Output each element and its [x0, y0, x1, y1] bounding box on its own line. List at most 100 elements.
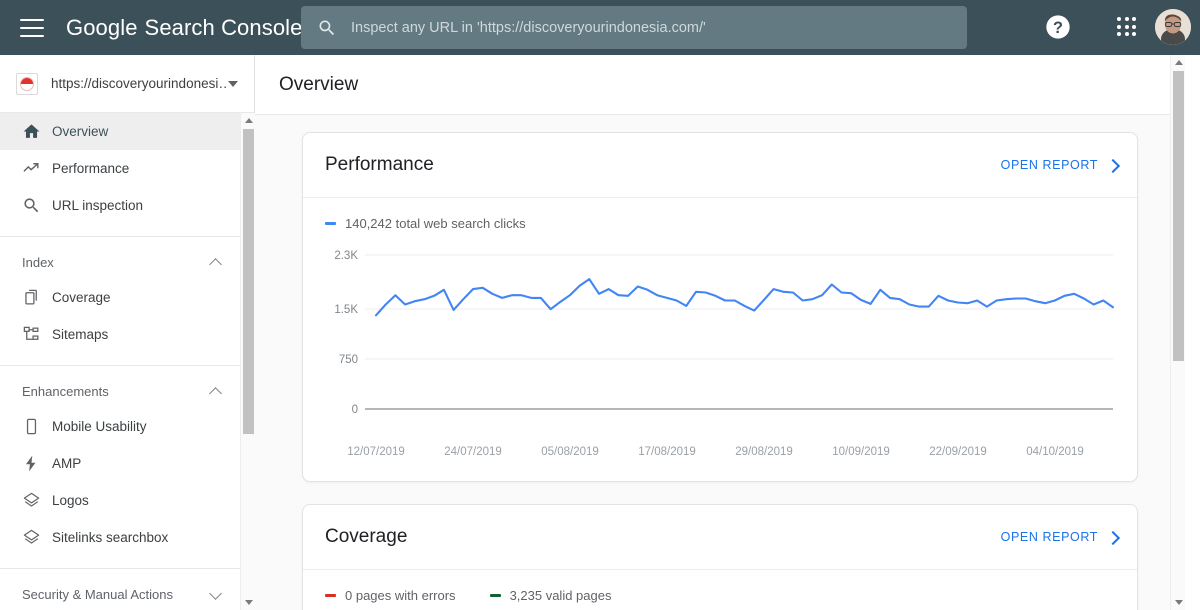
sidebar-item-performance[interactable]: Performance [0, 150, 240, 187]
main-scrollbar[interactable] [1170, 55, 1185, 610]
legend-label: 3,235 valid pages [510, 588, 612, 603]
x-tick-label: 24/07/2019 [444, 446, 502, 458]
scroll-up-arrow[interactable] [241, 113, 256, 128]
apps-grid-icon[interactable] [1113, 13, 1141, 41]
x-tick-label: 22/09/2019 [929, 446, 987, 458]
sidebar-item-overview[interactable]: Overview [0, 113, 240, 150]
main-scrollbar-thumb[interactable] [1173, 71, 1184, 361]
sidebar-nav-scroll-area: Overview Performance URL inspection Inde… [0, 113, 255, 610]
sidebar-item-label: Sitemaps [52, 327, 108, 342]
legend-color-swatch [325, 594, 336, 598]
page-title: Overview [279, 74, 358, 96]
sidebar-item-logos[interactable]: Logos [0, 482, 240, 519]
x-tick-label: 05/08/2019 [541, 446, 599, 458]
performance-card-header: Performance OPEN REPORT [303, 133, 1137, 198]
property-selector[interactable]: https://discoveryourindonesi… [0, 55, 254, 113]
y-tick-label: 2.3K [334, 250, 358, 262]
sitemap-icon [22, 325, 44, 344]
chevron-down-icon[interactable] [228, 81, 238, 87]
performance-legend: 140,242 total web search clicks [303, 198, 1137, 231]
search-icon [317, 18, 337, 38]
brand-product: Search Console [145, 15, 303, 41]
sidebar-item-label: Mobile Usability [52, 419, 147, 434]
y-tick-label: 750 [339, 354, 358, 366]
sidebar-item-sitemaps[interactable]: Sitemaps [0, 316, 240, 353]
sidebar-scrollbar-thumb[interactable] [243, 129, 254, 434]
hamburger-menu-icon[interactable] [20, 19, 44, 37]
sidebar: https://discoveryourindonesi… Overview P… [0, 55, 255, 610]
x-tick-label: 29/08/2019 [735, 446, 793, 458]
app-header: Google Search Console ? [0, 0, 1200, 55]
legend-label: 0 pages with errors [345, 588, 456, 603]
chevron-up-icon[interactable] [210, 259, 222, 266]
card-title: Performance [325, 154, 1001, 176]
chevron-right-icon [1108, 533, 1117, 542]
open-report-button-coverage[interactable]: OPEN REPORT [1001, 530, 1117, 544]
performance-line-chart: 2.3K 1.5K 750 0 [325, 241, 1135, 441]
brand-google: Google [66, 15, 138, 41]
search-input[interactable] [351, 20, 951, 36]
performance-chart: 2.3K 1.5K 750 0 12/07/2019 24/07/2019 05… [303, 231, 1137, 467]
chevron-down-icon[interactable] [210, 591, 222, 598]
card-title: Coverage [325, 526, 1001, 548]
layers-icon [22, 528, 44, 547]
sidebar-item-label: Sitelinks searchbox [52, 530, 168, 545]
legend-color-swatch [490, 594, 501, 598]
legend-item-clicks[interactable]: 140,242 total web search clicks [325, 216, 526, 231]
legend-item-errors[interactable]: 0 pages with errors [325, 588, 456, 603]
coverage-legend: 0 pages with errors 3,235 valid pages [303, 570, 1137, 603]
scroll-down-arrow[interactable] [241, 595, 256, 610]
lightning-bolt-icon [22, 454, 44, 473]
site-favicon-indonesia-flag-icon [16, 73, 38, 95]
scroll-up-arrow[interactable] [1171, 55, 1185, 70]
sidebar-section-enhancements[interactable]: Enhancements [0, 374, 240, 408]
main-content: Overview Performance OPEN REPORT 140,242… [255, 55, 1185, 610]
open-report-label: OPEN REPORT [1001, 530, 1098, 544]
sidebar-item-sitelinks-searchbox[interactable]: Sitelinks searchbox [0, 519, 240, 556]
scroll-down-arrow[interactable] [1171, 595, 1185, 610]
y-tick-label: 0 [352, 404, 358, 416]
sidebar-item-label: Performance [52, 161, 129, 176]
chevron-up-icon[interactable] [210, 388, 222, 395]
svg-text:?: ? [1053, 19, 1063, 37]
search-icon [22, 196, 44, 215]
property-name: https://discoveryourindonesi… [51, 76, 228, 91]
help-circle-icon[interactable]: ? [1044, 13, 1072, 41]
sidebar-item-coverage[interactable]: Coverage [0, 279, 240, 316]
avatar[interactable] [1155, 9, 1191, 45]
chevron-right-icon [1108, 161, 1117, 170]
legend-item-valid[interactable]: 3,235 valid pages [490, 588, 612, 603]
layers-icon [22, 491, 44, 510]
sidebar-item-amp[interactable]: AMP [0, 445, 240, 482]
sidebar-scrollbar[interactable] [240, 113, 255, 610]
open-report-label: OPEN REPORT [1001, 158, 1098, 172]
sidebar-item-label: URL inspection [52, 198, 143, 213]
pages-copy-icon [22, 288, 44, 307]
coverage-card-header: Coverage OPEN REPORT [303, 505, 1137, 570]
sidebar-item-label: Coverage [52, 290, 111, 305]
coverage-card: Coverage OPEN REPORT 0 pages with errors… [302, 504, 1138, 610]
x-tick-label: 17/08/2019 [638, 446, 696, 458]
x-tick-label: 04/10/2019 [1026, 446, 1084, 458]
legend-color-swatch [325, 222, 336, 226]
app-brand: Google Search Console [66, 15, 302, 41]
performance-card: Performance OPEN REPORT 140,242 total we… [302, 132, 1138, 482]
sidebar-section-label: Security & Manual Actions [22, 587, 210, 602]
sidebar-divider [0, 568, 240, 569]
url-inspection-searchbar[interactable] [301, 6, 967, 49]
open-report-button-performance[interactable]: OPEN REPORT [1001, 158, 1117, 172]
sidebar-item-label: Logos [52, 493, 89, 508]
legend-label: 140,242 total web search clicks [345, 216, 526, 231]
home-icon [22, 122, 44, 141]
performance-x-axis: 12/07/2019 24/07/2019 05/08/2019 17/08/2… [325, 441, 1135, 467]
performance-data-line [376, 279, 1113, 315]
y-tick-label: 1.5K [334, 304, 358, 316]
sidebar-item-url-inspection[interactable]: URL inspection [0, 187, 240, 224]
sidebar-section-security-manual-actions[interactable]: Security & Manual Actions [0, 577, 240, 610]
sidebar-item-mobile-usability[interactable]: Mobile Usability [0, 408, 240, 445]
page-header: Overview [255, 55, 1185, 115]
x-tick-label: 12/07/2019 [347, 446, 405, 458]
sidebar-section-label: Enhancements [22, 384, 210, 399]
sidebar-section-index[interactable]: Index [0, 245, 240, 279]
sidebar-divider [0, 365, 240, 366]
